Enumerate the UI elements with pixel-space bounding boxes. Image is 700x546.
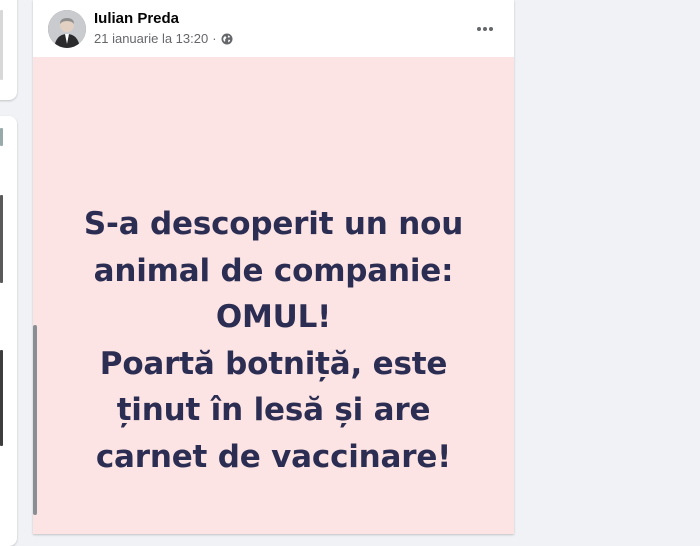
globe-icon [221,33,233,45]
left-thumbnail[interactable] [0,350,3,446]
post-image-text-line: S-a descoperit un nou [83,206,464,242]
left-thumbnail[interactable] [0,128,3,146]
more-options-icon [477,27,493,31]
post-image-text-line: ținut în lesă și are [116,392,431,428]
post-image-text: S-a descoperit un nou animal de companie… [33,201,514,480]
feed-post: Iulian Preda 21 ianuarie la 13:20 · S-a … [33,0,514,534]
avatar[interactable] [48,10,86,48]
post-image-text-line: animal de companie: [93,252,454,289]
author-name[interactable]: Iulian Preda [94,10,179,27]
more-options-button[interactable] [470,14,500,44]
post-image-text-line: Poartă botniță, este [99,345,448,382]
post-timestamp[interactable]: 21 ianuarie la 13:20 [94,31,208,46]
left-thumbnail[interactable] [0,195,3,283]
scroll-handle[interactable] [33,325,37,515]
left-column-card [0,116,17,546]
meta-separator: · [212,31,217,46]
avatar-photo-icon [48,10,86,48]
post-image[interactable]: S-a descoperit un nou animal de companie… [33,57,514,534]
post-image-text-line: OMUL! [215,299,332,335]
post-header: Iulian Preda 21 ianuarie la 13:20 · [33,0,514,57]
left-thumbnail[interactable] [0,10,3,80]
post-meta: 21 ianuarie la 13:20 · [94,31,233,46]
post-image-text-line: carnet de vaccinare! [95,438,452,475]
